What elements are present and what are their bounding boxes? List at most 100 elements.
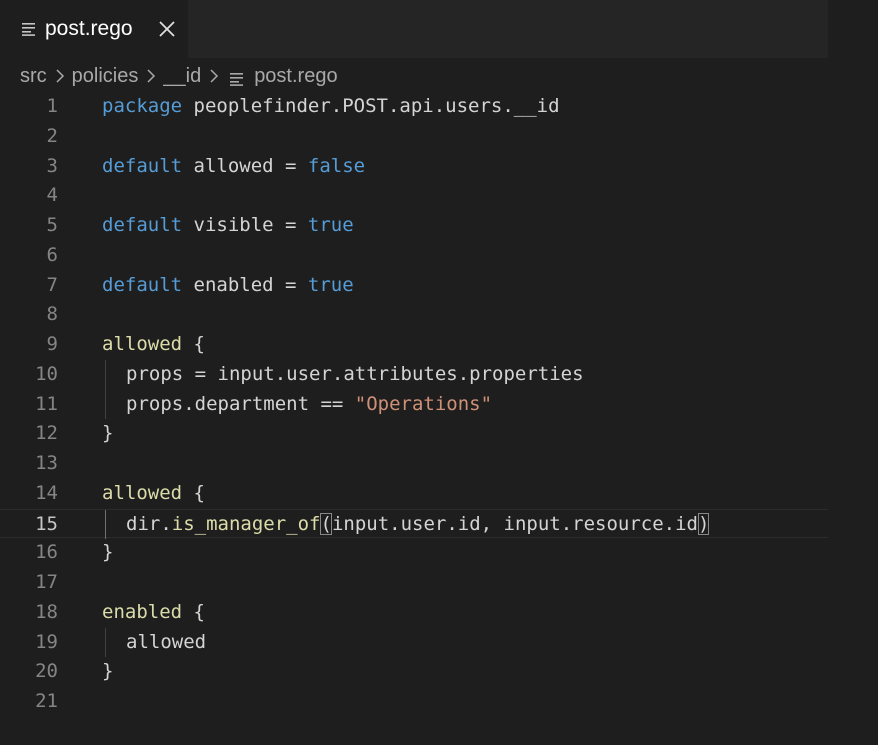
code-token: is_manager_of — [171, 512, 321, 535]
code-line[interactable]: 3 default allowed = false — [0, 152, 828, 182]
code-token: default — [102, 214, 183, 236]
breadcrumb-item-id[interactable]: __id — [163, 65, 201, 88]
code-token: default — [102, 273, 183, 296]
line-number: 2 — [46, 124, 58, 147]
line-number: 8 — [46, 303, 58, 326]
code-line[interactable]: 17 — [0, 568, 828, 598]
code-token: peoplefinder.POST.api.users.__id — [182, 95, 560, 117]
line-number: 11 — [35, 392, 58, 415]
chevron-right-icon — [51, 67, 69, 85]
code-line[interactable]: 16} — [0, 538, 828, 568]
tab-bar: post.rego — [0, 0, 828, 58]
line-number: 6 — [46, 243, 58, 266]
code-token: { — [182, 333, 205, 355]
code-line[interactable]: 5 default visible = true — [0, 211, 828, 241]
line-number: 13 — [35, 452, 58, 474]
code-text: props = input.user.attributes.properties — [126, 360, 584, 390]
code-token: input.user.id, input.resource.id — [331, 512, 698, 535]
code-token: } — [102, 422, 114, 445]
line-number: 15 — [35, 512, 58, 535]
code-line[interactable]: 18 enabled { — [0, 598, 828, 628]
code-token: props.department == — [126, 392, 355, 415]
code-token: enabled — [102, 600, 183, 623]
code-token: { — [182, 481, 205, 504]
code-token: allowed — [102, 333, 183, 355]
code-text: default enabled = true — [102, 271, 354, 301]
editor-tab[interactable]: post.rego — [0, 0, 188, 58]
code-text: dir.is_manager_of(input.user.id, input.r… — [126, 510, 710, 540]
line-number: 9 — [46, 333, 58, 355]
chevron-right-icon — [142, 67, 160, 85]
code-token: package — [102, 95, 183, 117]
code-text: default visible = true — [102, 211, 354, 241]
matching-bracket: ) — [697, 512, 710, 535]
indent-guide — [105, 509, 106, 540]
code-line[interactable]: 1 package peoplefinder.POST.api.users.__i… — [0, 92, 828, 122]
tab-title: post.rego — [45, 17, 133, 40]
code-line[interactable]: 7 default enabled = true — [0, 271, 828, 301]
code-token: } — [102, 660, 114, 683]
code-token: true — [307, 273, 354, 296]
line-number: 3 — [46, 154, 58, 177]
line-number: 16 — [35, 541, 58, 564]
line-number: 21 — [35, 690, 58, 712]
code-text: allowed — [126, 628, 206, 658]
line-number: 5 — [46, 214, 58, 236]
lines-file-icon — [22, 22, 37, 36]
code-token: props = input.user.attributes.properties — [126, 362, 584, 385]
line-number: 10 — [35, 362, 58, 385]
line-number: 20 — [35, 660, 58, 683]
code-token: visible = — [182, 214, 308, 236]
chevron-right-icon — [205, 67, 223, 85]
code-text: default allowed = false — [102, 152, 365, 182]
line-number: 12 — [35, 422, 58, 445]
indent-guide — [105, 359, 106, 390]
indent-guide — [105, 389, 106, 420]
code-text: } — [102, 538, 113, 568]
code-line[interactable]: 11 props.department == "Operations" — [0, 389, 828, 420]
code-token: false — [307, 154, 366, 177]
breadcrumb-item-policies[interactable]: policies — [72, 65, 139, 88]
line-number: 18 — [35, 600, 58, 623]
line-number: 7 — [46, 273, 58, 296]
code-line[interactable]: 2 — [0, 122, 828, 152]
code-token: allowed = — [182, 154, 308, 177]
line-number: 19 — [35, 630, 58, 653]
line-number: 14 — [35, 481, 58, 504]
code-text: enabled { — [102, 598, 205, 628]
code-line[interactable]: 4 — [0, 181, 828, 211]
code-line[interactable]: 20} — [0, 657, 828, 687]
code-line[interactable]: 10 props = input.user.attributes.properti… — [0, 359, 828, 390]
code-line[interactable]: 9 allowed { — [0, 330, 828, 360]
close-icon[interactable] — [157, 19, 177, 39]
code-text: } — [102, 657, 113, 687]
code-token: allowed — [126, 630, 207, 653]
code-editor[interactable]: 1 package peoplefinder.POST.api.users.__i… — [0, 92, 828, 732]
code-text: allowed { — [102, 479, 205, 509]
code-token: true — [307, 214, 354, 236]
line-number: 4 — [46, 184, 58, 207]
code-line[interactable]: 6 — [0, 241, 828, 271]
code-line[interactable]: 15 dir.is_manager_of(input.user.id, input… — [0, 508, 828, 540]
code-line[interactable]: 8 — [0, 300, 828, 330]
breadcrumb-item-src[interactable]: src — [20, 65, 47, 88]
code-line[interactable]: 13 — [0, 449, 828, 479]
code-text: } — [102, 419, 113, 449]
matching-bracket: ( — [320, 512, 332, 535]
code-token: dir. — [126, 512, 172, 535]
code-line[interactable]: 12} — [0, 419, 828, 449]
code-line[interactable]: 21 — [0, 687, 828, 717]
breadcrumb: src policies __id post.rego — [20, 62, 338, 90]
code-line[interactable]: 19 allowed — [0, 627, 828, 658]
code-token: { — [182, 600, 205, 623]
code-token: default — [102, 154, 183, 177]
code-token: enabled = — [182, 273, 308, 296]
code-line[interactable]: 14 allowed { — [0, 479, 828, 509]
code-text: allowed { — [102, 330, 205, 360]
breadcrumb-item-file[interactable]: post.rego — [254, 65, 337, 88]
line-number: 17 — [35, 571, 58, 593]
code-text: package peoplefinder.POST.api.users.__id — [102, 92, 560, 122]
indent-guide — [105, 627, 106, 658]
code-token: "Operations" — [354, 392, 493, 415]
lines-file-icon — [230, 69, 245, 86]
